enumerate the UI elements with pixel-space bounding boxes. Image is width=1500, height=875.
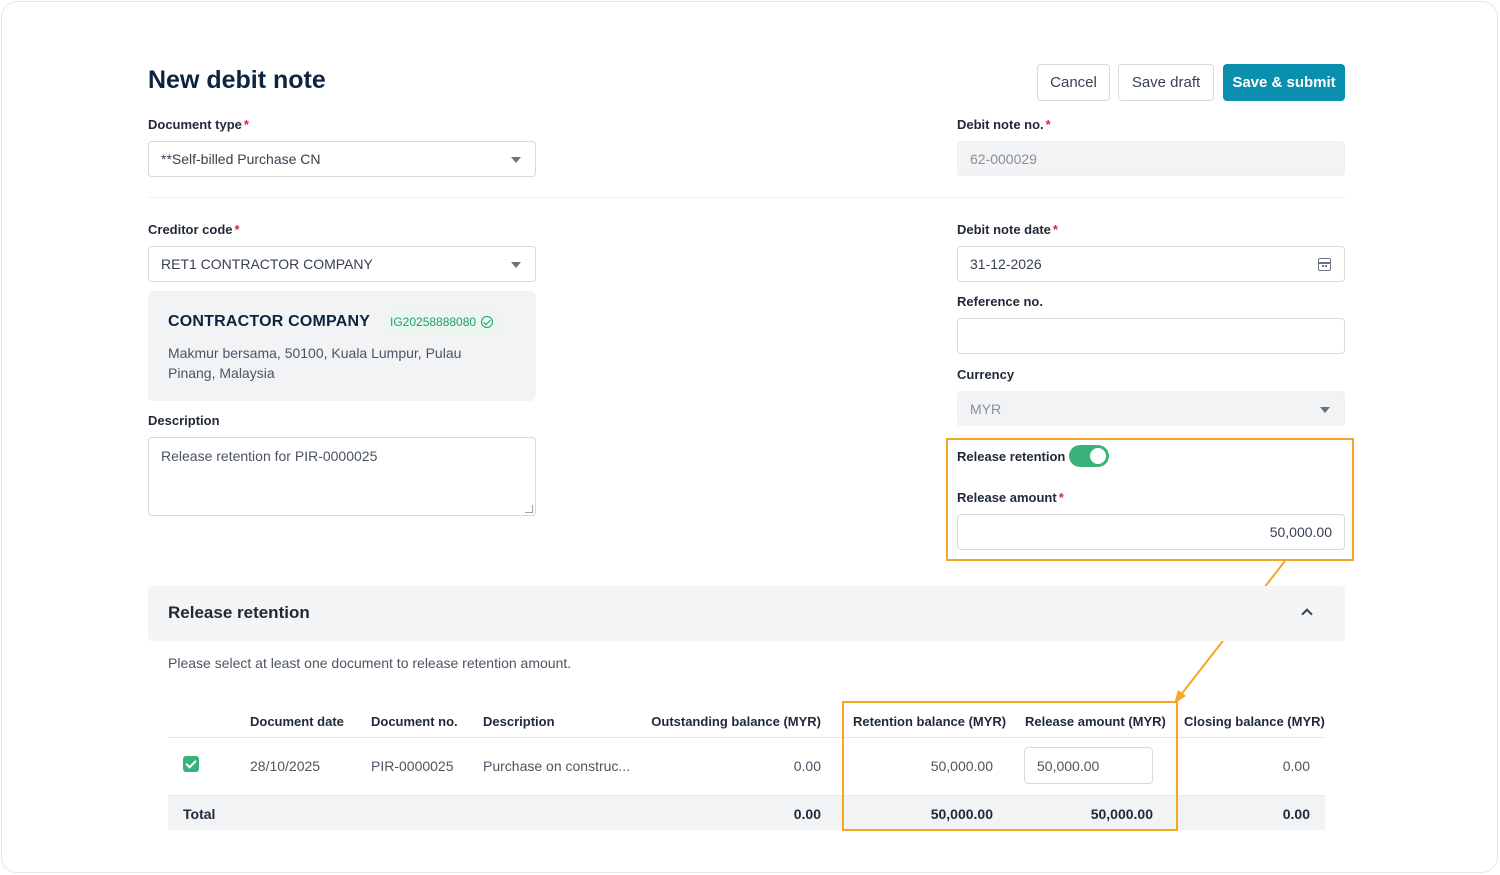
debit-note-no-label: Debit note no. * <box>957 117 1051 132</box>
row-description: Purchase on construc... <box>483 758 631 774</box>
tax-id-badge: IG20258888080 <box>384 311 500 333</box>
save-draft-button[interactable]: Save draft <box>1118 64 1214 101</box>
description-label: Description <box>148 413 220 428</box>
col-document-no: Document no. <box>371 714 458 729</box>
row-closing: 0.00 <box>1282 758 1310 774</box>
reference-no-label: Reference no. <box>957 294 1043 309</box>
row-document-date: 28/10/2025 <box>250 758 321 774</box>
creditor-code-select[interactable]: RET1 CONTRACTOR COMPANY <box>148 246 536 282</box>
creditor-code-value: RET1 CONTRACTOR COMPANY <box>161 256 373 272</box>
section-hint: Please select at least one document to r… <box>168 655 572 671</box>
creditor-card: CONTRACTOR COMPANY IG20258888080 Makmur … <box>148 291 536 401</box>
release-amount-value: 50,000.00 <box>1269 524 1332 540</box>
currency-select: MYR <box>957 391 1345 426</box>
description-textarea[interactable]: Release retention for PIR-0000025 <box>148 437 536 516</box>
divider <box>148 197 1345 198</box>
currency-label: Currency <box>957 367 1015 382</box>
row-checkbox[interactable] <box>183 756 199 772</box>
tax-id: IG20258888080 <box>390 315 477 329</box>
table-highlight-box <box>842 701 1178 831</box>
page-title: New debit note <box>148 66 326 94</box>
release-retention-toggle[interactable] <box>1069 445 1109 467</box>
calendar-icon[interactable] <box>1318 258 1331 271</box>
col-outstanding: Outstanding balance (MYR) <box>651 714 821 729</box>
currency-value: MYR <box>970 400 1002 417</box>
document-type-label: Document type * <box>148 117 249 132</box>
debit-note-date-label: Debit note date * <box>957 222 1058 237</box>
creditor-code-label: Creditor code * <box>148 222 240 237</box>
col-closing: Closing balance (MYR) <box>1184 714 1325 729</box>
col-description: Description <box>483 714 555 729</box>
debit-note-no-field: 62-000029 <box>957 141 1345 176</box>
release-amount-label: Release amount * <box>957 490 1064 505</box>
creditor-name: CONTRACTOR COMPANY <box>168 313 371 330</box>
document-type-select[interactable]: **Self-billed Purchase CN <box>148 141 536 177</box>
caret-down-icon <box>511 157 521 163</box>
total-outstanding: 0.00 <box>793 806 821 822</box>
debit-note-no-value: 62-000029 <box>970 150 1037 167</box>
section-title: Release retention <box>168 603 310 622</box>
cancel-button[interactable]: Cancel <box>1037 64 1110 101</box>
release-retention-section-header[interactable]: Release retention <box>148 586 1345 641</box>
total-label: Total <box>183 806 216 822</box>
row-document-no: PIR-0000025 <box>371 758 454 774</box>
caret-down-icon <box>1320 407 1330 413</box>
description-value: Release retention for PIR-0000025 <box>161 448 378 464</box>
creditor-address: Makmur bersama, 50100, Kuala Lumpur, Pul… <box>168 345 462 381</box>
resize-handle-icon[interactable] <box>525 505 533 513</box>
verified-check-icon <box>481 316 494 328</box>
row-outstanding: 0.00 <box>793 758 821 774</box>
toggle-knob <box>1090 448 1106 464</box>
release-amount-input[interactable]: 50,000.00 <box>957 514 1345 550</box>
save-submit-button[interactable]: Save & submit <box>1223 64 1345 101</box>
col-document-date: Document date <box>250 714 344 729</box>
reference-no-input[interactable] <box>957 318 1345 354</box>
document-type-value: **Self-billed Purchase CN <box>161 151 321 167</box>
debit-note-date-value: 31-12-2026 <box>970 256 1042 272</box>
total-closing: 0.00 <box>1282 806 1310 822</box>
debit-note-date-input[interactable]: 31-12-2026 <box>957 246 1345 282</box>
caret-down-icon <box>511 262 521 268</box>
release-retention-label: Release retention <box>957 449 1066 464</box>
chevron-up-icon[interactable] <box>1301 608 1313 620</box>
